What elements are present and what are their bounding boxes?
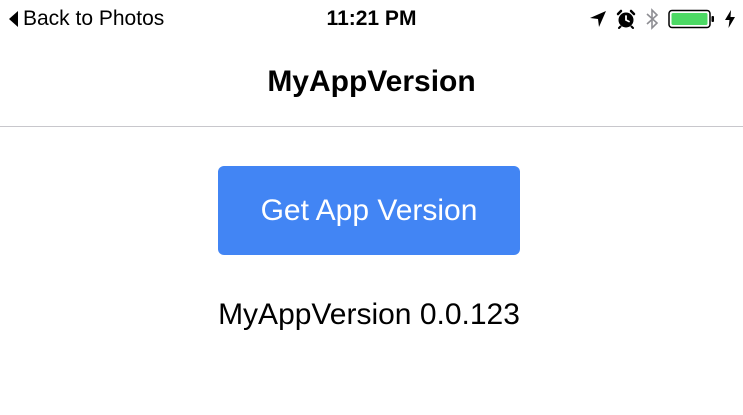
charging-bolt-icon <box>725 10 735 28</box>
bluetooth-icon <box>645 8 659 30</box>
main-content: Get App Version MyAppVersion 0.0.123 <box>0 127 743 415</box>
app-screen: Back to Photos 11:21 PM MyAppVersion Get… <box>0 0 743 415</box>
battery-icon <box>668 9 716 29</box>
status-icons <box>589 7 735 31</box>
navigation-bar: MyAppVersion <box>0 40 743 127</box>
alarm-icon <box>616 9 636 29</box>
app-version-text: MyAppVersion 0.0.123 <box>218 298 520 331</box>
location-arrow-icon <box>589 10 607 28</box>
nav-title: MyAppVersion <box>267 65 476 98</box>
get-app-version-button[interactable]: Get App Version <box>218 166 520 255</box>
status-bar: Back to Photos 11:21 PM <box>0 0 743 40</box>
